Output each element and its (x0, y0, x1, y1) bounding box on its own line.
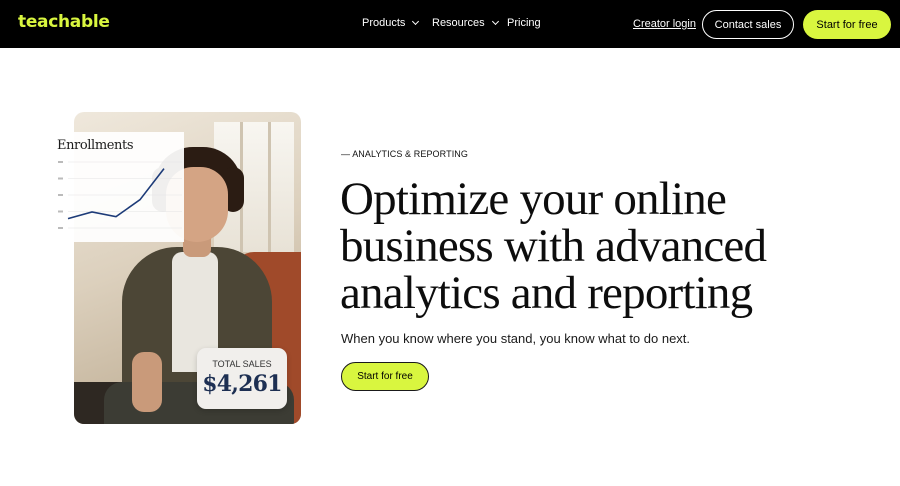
total-sales-value: $4,261 (202, 371, 282, 397)
enrollments-title: Enrollments (57, 138, 134, 153)
chart-gridlines (58, 161, 182, 229)
hero-subtext: When you know where you stand, you know … (341, 331, 691, 346)
nav-resources-label: Resources (432, 17, 485, 29)
creator-login-link[interactable]: Creator login (633, 18, 696, 30)
chevron-down-icon (412, 17, 420, 26)
nav-products[interactable]: Products (362, 17, 420, 29)
start-for-free-button[interactable]: Start for free (341, 362, 429, 391)
chevron-down-icon (491, 17, 499, 26)
hero-headline: Optimize your online business with advan… (340, 173, 767, 319)
enrollments-line (67, 168, 165, 220)
enrollments-card: Enrollments (54, 132, 184, 242)
chart-tick (58, 210, 63, 213)
total-sales-card: TOTAL SALES $4,261 (197, 348, 287, 409)
logo[interactable]: teachable (18, 12, 110, 32)
start-for-free-nav-button[interactable]: Start for free (803, 10, 891, 39)
section-eyebrow: — ANALYTICS & REPORTING (341, 149, 468, 159)
enrollments-chart (58, 161, 182, 229)
person-arm (132, 352, 162, 412)
total-sales-label: TOTAL SALES (212, 359, 272, 369)
contact-sales-button[interactable]: Contact sales (702, 10, 794, 39)
chart-tick (58, 227, 63, 229)
chart-tick (58, 161, 63, 163)
top-nav: teachable Products Resources Pricing Cre… (0, 0, 900, 48)
nav-pricing[interactable]: Pricing (507, 17, 541, 29)
chart-tick (58, 177, 63, 180)
nav-pricing-label: Pricing (507, 17, 541, 29)
chart-tick (58, 194, 63, 196)
nav-products-label: Products (362, 17, 406, 29)
nav-resources[interactable]: Resources (432, 17, 499, 29)
